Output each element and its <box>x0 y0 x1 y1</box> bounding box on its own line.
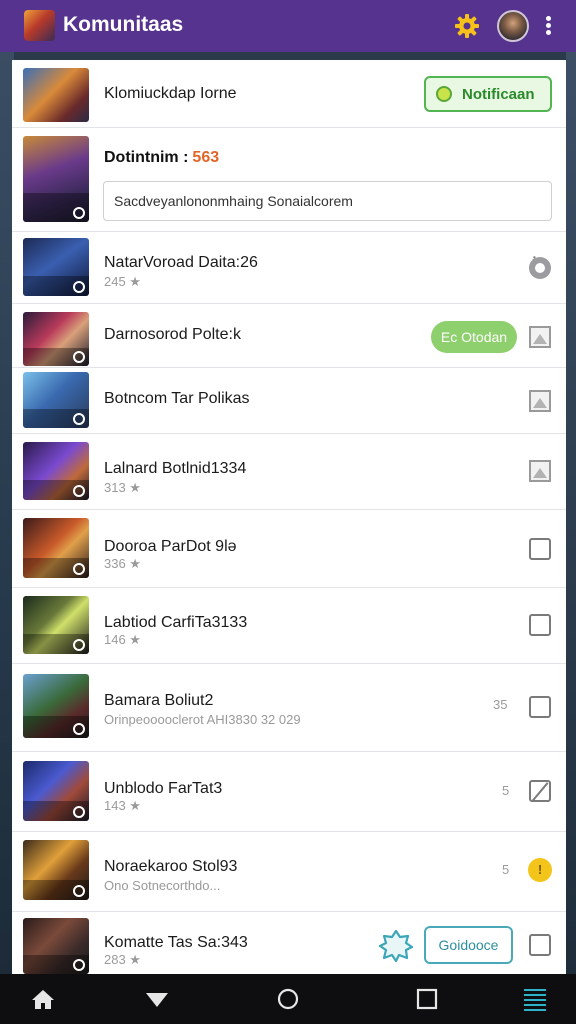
item-title: Unblodo FarTat3 <box>104 780 223 797</box>
item-subtitle: 313 ★ <box>104 480 141 495</box>
avatar[interactable] <box>497 10 529 42</box>
puzzle-icon[interactable] <box>378 928 414 962</box>
list-item[interactable]: Labtiod CarfiTa3133 146 ★ <box>12 588 566 664</box>
community-header-row: Klomiuckdap Iorne Notificaan <box>12 60 566 128</box>
item-title: Botncom Tar Polikas <box>104 390 250 407</box>
item-subtitle: Orinpeooooclerot AHI3830 32 029 <box>104 712 301 727</box>
status-pill[interactable]: Ec Otodan <box>431 321 517 353</box>
notification-button[interactable]: Notificaan <box>424 76 552 112</box>
list-item[interactable]: Komatte Tas Sa:343 283 ★ Goidooce <box>12 912 566 974</box>
item-subtitle: 146 ★ <box>104 632 141 647</box>
item-title: Dooroa ParDot 9lə <box>104 538 237 555</box>
status-circle-icon[interactable] <box>529 257 551 279</box>
community-thumbnail <box>23 68 89 122</box>
item-title: Lalnard Botlnid1334 <box>104 460 247 477</box>
item-thumbnail <box>23 918 89 974</box>
menu-lines-icon[interactable] <box>522 987 548 1011</box>
item-title: Labtiod CarfiTa3133 <box>104 614 248 631</box>
item-meta: 5 <box>502 862 510 877</box>
list-item[interactable]: Darnosorod Polte:k Ec Otodan <box>12 304 566 368</box>
image-toggle-icon[interactable] <box>529 326 551 348</box>
item-thumbnail <box>23 312 89 366</box>
list-item[interactable]: Bamara Boliut2 Orinpeooooclerot AHI3830 … <box>12 664 566 752</box>
item-checkbox[interactable] <box>529 538 551 560</box>
home-icon[interactable] <box>30 987 56 1011</box>
community-name: Klomiuckdap Iorne <box>104 85 237 102</box>
warning-dot-icon[interactable]: ! <box>528 858 552 882</box>
item-thumbnail <box>23 518 89 578</box>
guidance-button[interactable]: Goidooce <box>424 926 513 964</box>
back-icon[interactable] <box>144 987 170 1011</box>
item-thumbnail <box>23 442 89 500</box>
circle-home-icon[interactable] <box>275 987 301 1011</box>
top-bar: Komunitaas <box>0 0 576 52</box>
item-title: Komatte Tas Sa:343 <box>104 934 248 951</box>
item-subtitle: Ono Sotnecorthdo... <box>104 878 221 893</box>
item-thumbnail <box>23 596 89 654</box>
square-recents-icon[interactable] <box>414 987 440 1011</box>
item-checkbox[interactable] <box>529 614 551 636</box>
item-subtitle: 336 ★ <box>104 556 141 571</box>
item-thumbnail <box>23 372 89 428</box>
notification-label: Notificaan <box>462 86 535 103</box>
list-item[interactable]: Lalnard Botlnid1334 313 ★ <box>12 434 566 510</box>
item-title: Bamara Boliut2 <box>104 692 214 709</box>
kebab-icon[interactable] <box>539 14 557 38</box>
item-thumbnail <box>23 674 89 738</box>
item-subtitle: 143 ★ <box>104 798 141 813</box>
item-subtitle: 283 ★ <box>104 952 141 967</box>
list-item[interactable]: Dooroa ParDot 9lə 336 ★ <box>12 510 566 588</box>
edit-checkbox[interactable] <box>529 780 551 802</box>
system-navbar <box>0 974 576 1024</box>
item-subtitle: 245 ★ <box>104 274 141 289</box>
post-thumbnail <box>23 136 89 222</box>
post-count: 563 <box>192 149 220 166</box>
item-thumbnail <box>23 840 89 900</box>
item-checkbox[interactable] <box>529 934 551 956</box>
app-title: Komunitaas <box>63 13 184 36</box>
image-toggle-icon[interactable] <box>529 390 551 412</box>
app-logo <box>24 10 55 41</box>
post-title: Dotintnim :563 <box>104 149 220 166</box>
item-title: Noraekaroo Stol93 <box>104 858 238 875</box>
background-right <box>566 52 576 974</box>
image-toggle-icon[interactable] <box>529 460 551 482</box>
gear-icon[interactable] <box>453 12 481 40</box>
item-title: Darnosorod Polte:k <box>104 326 241 343</box>
item-thumbnail <box>23 761 89 821</box>
item-checkbox[interactable] <box>529 696 551 718</box>
list-item[interactable]: NatarVoroad Daita:26 245 ★ <box>12 232 566 304</box>
item-thumbnail <box>23 238 89 296</box>
list-item[interactable]: Noraekaroo Stol93 Ono Sotnecorthdo... 5 … <box>12 832 566 912</box>
list-item[interactable]: Botncom Tar Polikas <box>12 368 566 434</box>
community-panel: Klomiuckdap Iorne Notificaan Dotintnim :… <box>12 60 566 974</box>
item-title: NatarVoroad Daita:26 <box>104 254 258 271</box>
list-item[interactable]: Unblodo FarTat3 143 ★ 5 <box>12 752 566 832</box>
item-meta: 35 <box>493 697 508 712</box>
post-input[interactable] <box>103 181 552 221</box>
notification-icon <box>436 86 452 102</box>
item-meta: 5 <box>502 783 510 798</box>
